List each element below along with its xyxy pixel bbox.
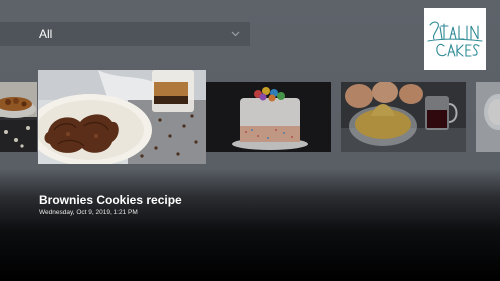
recipe-tile-brownies-cookies[interactable] (38, 70, 206, 164)
category-filter-dropdown[interactable]: All (0, 22, 250, 46)
filter-selected-label: All (39, 27, 53, 41)
recipe-carousel (0, 70, 500, 164)
selected-recipe-title: Brownies Cookies recipe (39, 193, 182, 207)
recipe-tile-cookies-bowl[interactable] (0, 82, 37, 152)
chevron-down-icon (231, 30, 240, 39)
recipe-tile-partial-next[interactable] (476, 82, 500, 152)
screen: All Brownies Cookies recipe Wednesday, O… (0, 0, 500, 281)
recipe-tile-sprinkle-cake[interactable] (206, 82, 331, 152)
recipe-tile-cream-and-eggs[interactable] (341, 82, 466, 152)
italian-cakes-logo (424, 8, 486, 70)
selected-recipe-date: Wednesday, Oct 9, 2019, 1:21 PM (39, 209, 138, 216)
